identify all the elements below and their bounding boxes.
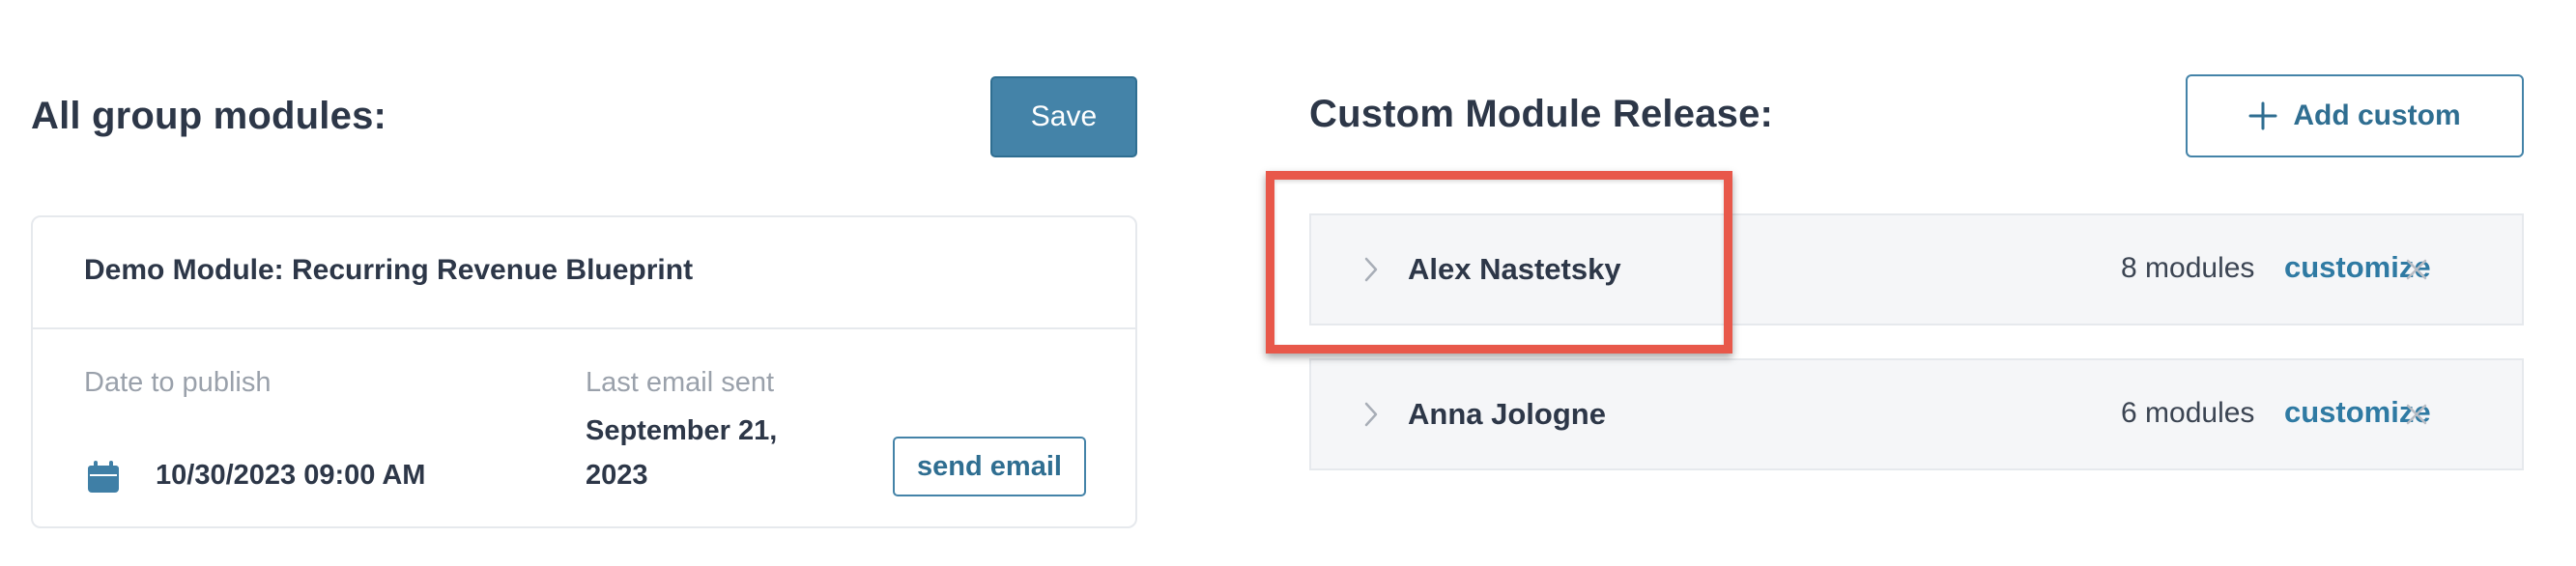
page: All group modules: Save Demo Module: Rec… xyxy=(0,0,2576,566)
add-custom-label: Add custom xyxy=(2293,99,2461,131)
add-custom-button[interactable]: Add custom xyxy=(2186,74,2524,157)
module-card: Demo Module: Recurring Revenue Blueprint… xyxy=(31,215,1137,528)
save-button[interactable]: Save xyxy=(990,76,1137,157)
custom-module-release-heading: Custom Module Release: xyxy=(1309,93,1774,135)
row-user-name: Anna Jologne xyxy=(1408,397,1606,431)
send-email-button[interactable]: send email xyxy=(893,437,1086,496)
date-to-publish-value[interactable]: 10/30/2023 09:00 AM xyxy=(156,460,425,492)
custom-release-row[interactable]: Anna Jologne 6 modules customize xyxy=(1309,358,2524,470)
row-module-count: 6 modules xyxy=(2121,397,2255,429)
close-icon[interactable] xyxy=(2405,403,2428,426)
module-card-header: Demo Module: Recurring Revenue Blueprint xyxy=(33,217,1135,329)
plus-icon xyxy=(2248,101,2277,130)
last-email-sent-value: September 21, 2023 xyxy=(586,415,778,491)
row-module-count: 8 modules xyxy=(2121,252,2255,284)
row-user-name: Alex Nastetsky xyxy=(1408,252,1621,286)
all-group-modules-heading: All group modules: xyxy=(31,95,387,137)
calendar-icon[interactable] xyxy=(86,460,121,495)
chevron-right-icon[interactable] xyxy=(1361,256,1381,283)
close-icon[interactable] xyxy=(2405,258,2428,281)
module-title: Demo Module: Recurring Revenue Blueprint xyxy=(84,254,694,286)
date-to-publish-label: Date to publish xyxy=(84,367,272,398)
chevron-right-icon[interactable] xyxy=(1361,401,1381,428)
last-email-sent-label: Last email sent xyxy=(586,367,775,398)
custom-release-row[interactable]: Alex Nastetsky 8 modules customize xyxy=(1309,213,2524,325)
